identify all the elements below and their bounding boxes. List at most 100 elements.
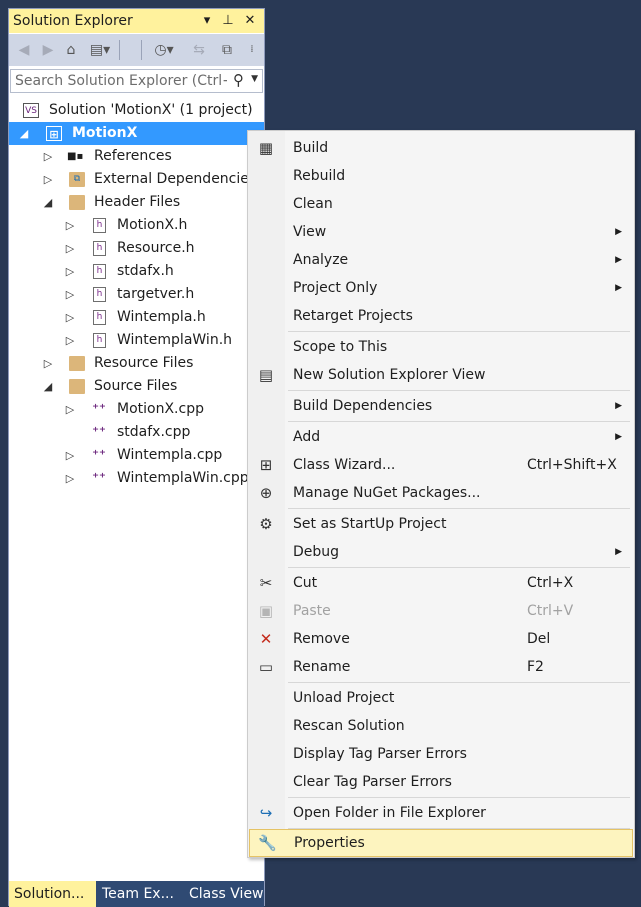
tree-item-file[interactable]: ▷ ⁺⁺ WintemplaWin.cpp [9, 467, 264, 490]
tree-item-file[interactable]: ▷ ⁺⁺ Wintempla.cpp [9, 444, 264, 467]
menu-item-project-only[interactable]: Project Only ▶ [248, 274, 634, 302]
tree-item-source-files[interactable]: ◢ Source Files [9, 375, 264, 398]
references-icon: ■▪ [67, 151, 84, 162]
class-wizard-icon: ⊞ [259, 456, 273, 474]
search-icon[interactable]: ⚲ [233, 71, 244, 89]
external-deps-icon: ⧉ [69, 172, 85, 187]
menu-item-class-wizard[interactable]: ⊞ Class Wizard... Ctrl+Shift+X [248, 451, 634, 479]
menu-separator [288, 331, 630, 332]
collapsed-arrow-icon[interactable]: ▷ [43, 145, 53, 168]
back-icon[interactable]: ◀ [14, 40, 34, 60]
menu-item-rescan-solution[interactable]: Rescan Solution [248, 712, 634, 740]
tree-item-project[interactable]: ◢ ⊞ MotionX [9, 122, 264, 145]
switch-views-icon[interactable]: ▤▾ [85, 40, 115, 60]
window-position-dropdown-icon[interactable]: ▾ [199, 12, 215, 30]
search-options-dropdown-icon[interactable]: ▼ [251, 74, 258, 84]
sync-with-active-document-icon[interactable]: ⇆ [189, 40, 209, 60]
collapsed-arrow-icon[interactable]: ▷ [43, 352, 53, 375]
collapsed-arrow-icon[interactable]: ▷ [65, 398, 75, 421]
tree-item-resource-files[interactable]: ▷ Resource Files [9, 352, 264, 375]
tab-class-view[interactable]: Class View [184, 881, 264, 907]
search-solution-explorer-input[interactable]: Search Solution Explorer (Ctrl+;) ⚲ ▼ [10, 69, 263, 93]
tree-item-file[interactable]: ▷ h stdafx.h [9, 260, 264, 283]
menu-item-properties[interactable]: 🔧 Properties [249, 829, 633, 857]
menu-item-open-folder-in-file-explorer[interactable]: ↪ Open Folder in File Explorer [248, 799, 634, 827]
folder-icon [69, 379, 85, 394]
menu-separator [288, 390, 630, 391]
menu-item-manage-nuget-packages[interactable]: ⊕ Manage NuGet Packages... [248, 479, 634, 507]
submenu-arrow-icon: ▶ [615, 255, 622, 265]
collapsed-arrow-icon[interactable]: ▷ [65, 214, 75, 237]
tree-item-file[interactable]: ▷ ⁺⁺ MotionX.cpp [9, 398, 264, 421]
tree-item-file[interactable]: ▷ h Wintempla.h [9, 306, 264, 329]
tree-item-file[interactable]: ▷ h Resource.h [9, 237, 264, 260]
expanded-arrow-icon[interactable]: ◢ [19, 122, 29, 145]
tab-solution-explorer[interactable]: Solution... [9, 881, 96, 907]
menu-item-cut[interactable]: ✂ Cut Ctrl+X [248, 569, 634, 597]
tree-item-references[interactable]: ▷ ■▪ References [9, 145, 264, 168]
collapsed-arrow-icon[interactable]: ▷ [65, 306, 75, 329]
collapse-all-icon[interactable]: ⧉ [217, 40, 237, 60]
menu-item-display-tag-parser-errors[interactable]: Display Tag Parser Errors [248, 740, 634, 768]
menu-item-label: Display Tag Parser Errors [293, 746, 467, 762]
tree-item-label: stdafx.h [117, 263, 174, 279]
menu-item-view[interactable]: View ▶ [248, 218, 634, 246]
menu-item-clean[interactable]: Clean [248, 190, 634, 218]
menu-item-shortcut: Del [527, 631, 551, 647]
collapsed-arrow-icon[interactable]: ▷ [65, 444, 75, 467]
rename-icon: ▭ [258, 658, 274, 676]
folder-icon [69, 195, 85, 210]
tab-team-explorer[interactable]: Team Ex... [97, 881, 183, 907]
tree-item-file[interactable]: ⁺⁺ stdafx.cpp [9, 421, 264, 444]
close-icon[interactable]: ✕ [242, 12, 258, 30]
menu-item-clear-tag-parser-errors[interactable]: Clear Tag Parser Errors [248, 768, 634, 796]
menu-item-set-as-startup-project[interactable]: ⚙ Set as StartUp Project [248, 510, 634, 538]
submenu-arrow-icon: ▶ [615, 283, 622, 293]
menu-item-label: Build [293, 140, 329, 156]
menu-item-retarget-projects[interactable]: Retarget Projects [248, 302, 634, 330]
menu-item-build[interactable]: ▦ Build [248, 134, 634, 162]
tree-item-file[interactable]: ▷ h targetver.h [9, 283, 264, 306]
menu-item-rebuild[interactable]: Rebuild [248, 162, 634, 190]
menu-item-add[interactable]: Add ▶ [248, 423, 634, 451]
expanded-arrow-icon[interactable]: ◢ [43, 191, 53, 214]
menu-item-build-dependencies[interactable]: Build Dependencies ▶ [248, 392, 634, 420]
menu-separator [288, 567, 630, 568]
home-icon[interactable]: ⌂ [61, 40, 81, 60]
collapsed-arrow-icon[interactable]: ▷ [65, 237, 75, 260]
wrench-icon: 🔧 [258, 834, 277, 852]
menu-item-remove[interactable]: ✕ Remove Del [248, 625, 634, 653]
menu-item-unload-project[interactable]: Unload Project [248, 684, 634, 712]
menu-item-paste[interactable]: ▣ Paste Ctrl+V [248, 597, 634, 625]
collapsed-arrow-icon[interactable]: ▷ [65, 329, 75, 352]
paste-icon: ▣ [258, 602, 274, 620]
pending-changes-filter-icon[interactable]: ◷▾ [149, 40, 179, 60]
pin-icon[interactable]: ⊥ [220, 12, 236, 30]
expanded-arrow-icon[interactable]: ◢ [43, 375, 53, 398]
menu-item-analyze[interactable]: Analyze ▶ [248, 246, 634, 274]
tree-item-external-dependencies[interactable]: ▷ ⧉ External Dependencies [9, 168, 264, 191]
collapsed-arrow-icon[interactable]: ▷ [65, 260, 75, 283]
collapsed-arrow-icon[interactable]: ▷ [65, 467, 75, 490]
menu-item-debug[interactable]: Debug ▶ [248, 538, 634, 566]
tree-item-header-files[interactable]: ◢ Header Files [9, 191, 264, 214]
folder-icon [69, 356, 85, 371]
menu-separator [288, 797, 630, 798]
tree-item-label: Header Files [94, 194, 181, 210]
panel-title-bar[interactable]: Solution Explorer ▾ ⊥ ✕ [9, 9, 264, 33]
toolbar-overflow-icon[interactable]: ⁞ [245, 40, 259, 60]
solution-icon: VS [23, 103, 39, 118]
collapsed-arrow-icon[interactable]: ▷ [65, 283, 75, 306]
collapsed-arrow-icon[interactable]: ▷ [43, 168, 53, 191]
menu-item-rename[interactable]: ▭ Rename F2 [248, 653, 634, 681]
tree-item-label: MotionX.h [117, 217, 188, 233]
tree-item-file[interactable]: ▷ h MotionX.h [9, 214, 264, 237]
submenu-arrow-icon: ▶ [615, 401, 622, 411]
cpp-file-icon: ⁺⁺ [92, 448, 106, 463]
forward-icon[interactable]: ▶ [38, 40, 58, 60]
tree-item-solution[interactable]: VS Solution 'MotionX' (1 project) [9, 99, 264, 122]
menu-item-label: Rebuild [293, 168, 346, 184]
tree-item-file[interactable]: ▷ h WintemplaWin.h [9, 329, 264, 352]
menu-item-new-solution-explorer-view[interactable]: ▤ New Solution Explorer View [248, 361, 634, 389]
menu-item-scope-to-this[interactable]: Scope to This [248, 333, 634, 361]
